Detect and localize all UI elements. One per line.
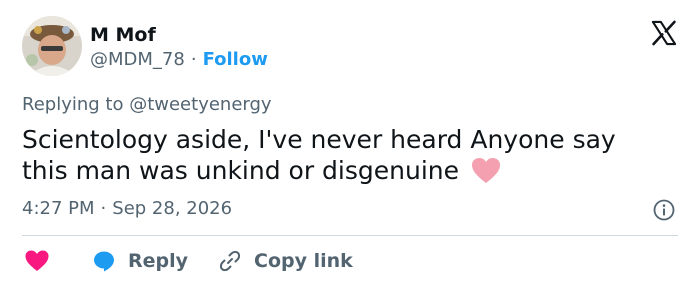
link-icon — [219, 250, 241, 272]
info-icon[interactable] — [652, 198, 676, 222]
copy-link-label: Copy link — [254, 250, 353, 272]
reply-label: Reply — [128, 250, 189, 272]
reply-button[interactable]: Reply — [92, 249, 188, 273]
author-display-name[interactable]: M Mof — [90, 24, 156, 46]
author-handle[interactable]: @MDM_78 — [90, 49, 185, 70]
divider — [22, 235, 678, 236]
tweet-text: Scientology aside, I've never heard Anyo… — [22, 124, 662, 186]
author-handle-line: @MDM_78 · Follow — [90, 49, 268, 71]
action-bar: Reply Copy link — [24, 246, 353, 276]
pink-heart-emoji-icon — [471, 158, 500, 183]
heart-icon — [25, 250, 49, 271]
avatar-image — [22, 16, 82, 76]
x-logo-icon[interactable] — [650, 19, 678, 47]
tweet-time: 4:27 PM — [22, 198, 95, 219]
avatar[interactable] — [22, 16, 82, 76]
handle-separator: · — [190, 49, 197, 70]
tweet-date: Sep 28, 2026 — [112, 198, 233, 219]
tweet-timestamp[interactable]: 4:27 PM · Sep 28, 2026 — [22, 198, 232, 220]
timestamp-separator: · — [100, 198, 107, 219]
replying-to-prefix: Replying to — [22, 94, 130, 115]
tweet-body: Scientology aside, I've never heard Anyo… — [22, 125, 616, 185]
follow-button[interactable]: Follow — [203, 49, 268, 70]
speech-bubble-icon — [94, 251, 114, 272]
replying-to-mention[interactable]: @tweetyenergy — [129, 94, 271, 115]
like-button[interactable] — [24, 249, 50, 273]
replying-to-line: Replying to @tweetyenergy — [22, 94, 272, 116]
copy-link-button[interactable]: Copy link — [218, 249, 353, 273]
